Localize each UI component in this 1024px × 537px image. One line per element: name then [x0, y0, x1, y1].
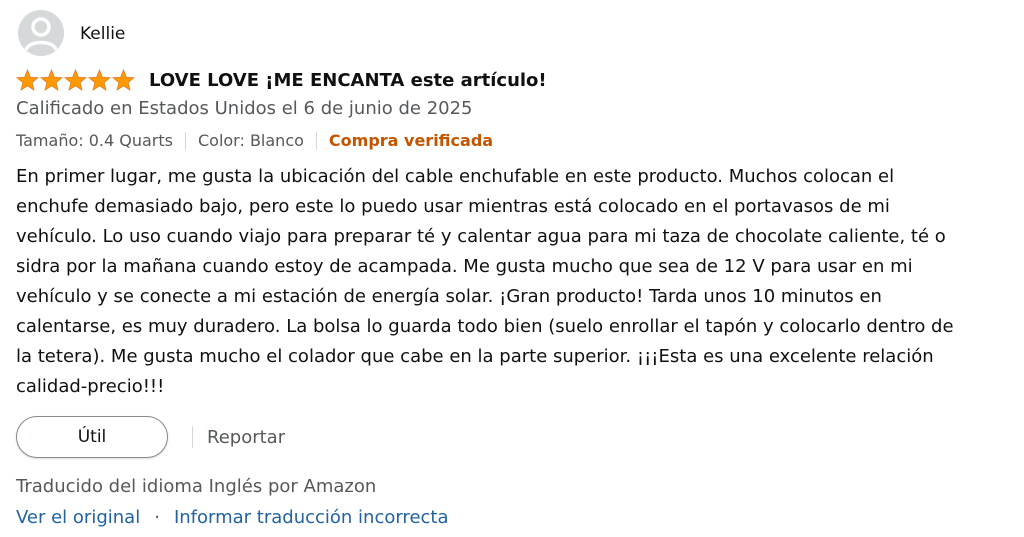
- divider: [192, 426, 193, 448]
- review-body-line: la tetera). Me gusta mucho el colador qu…: [16, 346, 934, 367]
- rating-row: LOVE LOVE ¡ME ENCANTA este artículo!: [16, 66, 547, 94]
- reviewer-name[interactable]: Kellie: [80, 24, 125, 44]
- dot-separator: ·: [154, 507, 160, 528]
- review-body-line: calidad-precio!!!: [16, 376, 165, 397]
- review-body-line: enchufe demasiado bajo, pero este lo pue…: [16, 196, 890, 217]
- star-rating[interactable]: [16, 69, 135, 91]
- star-icon: [88, 69, 111, 91]
- review-actions: Útil Reportar: [16, 416, 285, 458]
- star-icon: [40, 69, 63, 91]
- avatar: [18, 10, 64, 56]
- review-body-line: vehículo. Lo uso cuando viajo para prepa…: [16, 226, 946, 247]
- review-title[interactable]: LOVE LOVE ¡ME ENCANTA este artículo!: [149, 70, 547, 91]
- variant-size[interactable]: Tamaño: 0.4 Quarts: [16, 131, 173, 150]
- star-icon: [64, 69, 87, 91]
- review-body-line: vehículo y se conecte a mi estación de e…: [16, 286, 882, 307]
- translation-note: Traducido del idioma Inglés por Amazon: [16, 476, 377, 497]
- review-body: En primer lugar, me gusta la ubicación d…: [16, 162, 1016, 402]
- verified-purchase-badge[interactable]: Compra verificada: [329, 131, 493, 150]
- helpful-button[interactable]: Útil: [16, 416, 168, 458]
- variant-color[interactable]: Color: Blanco: [198, 131, 304, 150]
- translation-links: Ver el original · Informar traducción in…: [16, 507, 449, 528]
- review-body-line: sidra por la mañana cuando estoy de acam…: [16, 256, 913, 277]
- report-link[interactable]: Reportar: [207, 427, 285, 448]
- review-meta: Tamaño: 0.4 Quarts Color: Blanco Compra …: [16, 131, 493, 150]
- review-body-line: calentarse, es muy duradero. La bolsa lo…: [16, 316, 954, 337]
- divider: [315, 131, 317, 150]
- star-icon: [16, 69, 39, 91]
- view-original-link[interactable]: Ver el original: [16, 507, 140, 528]
- star-icon: [112, 69, 135, 91]
- divider: [184, 131, 186, 150]
- review-date: Calificado en Estados Unidos el 6 de jun…: [16, 98, 473, 119]
- helpful-button-label: Útil: [77, 427, 107, 447]
- review-body-line: En primer lugar, me gusta la ubicación d…: [16, 166, 895, 187]
- user-silhouette-icon: [18, 10, 64, 56]
- report-translation-link[interactable]: Informar traducción incorrecta: [174, 507, 449, 528]
